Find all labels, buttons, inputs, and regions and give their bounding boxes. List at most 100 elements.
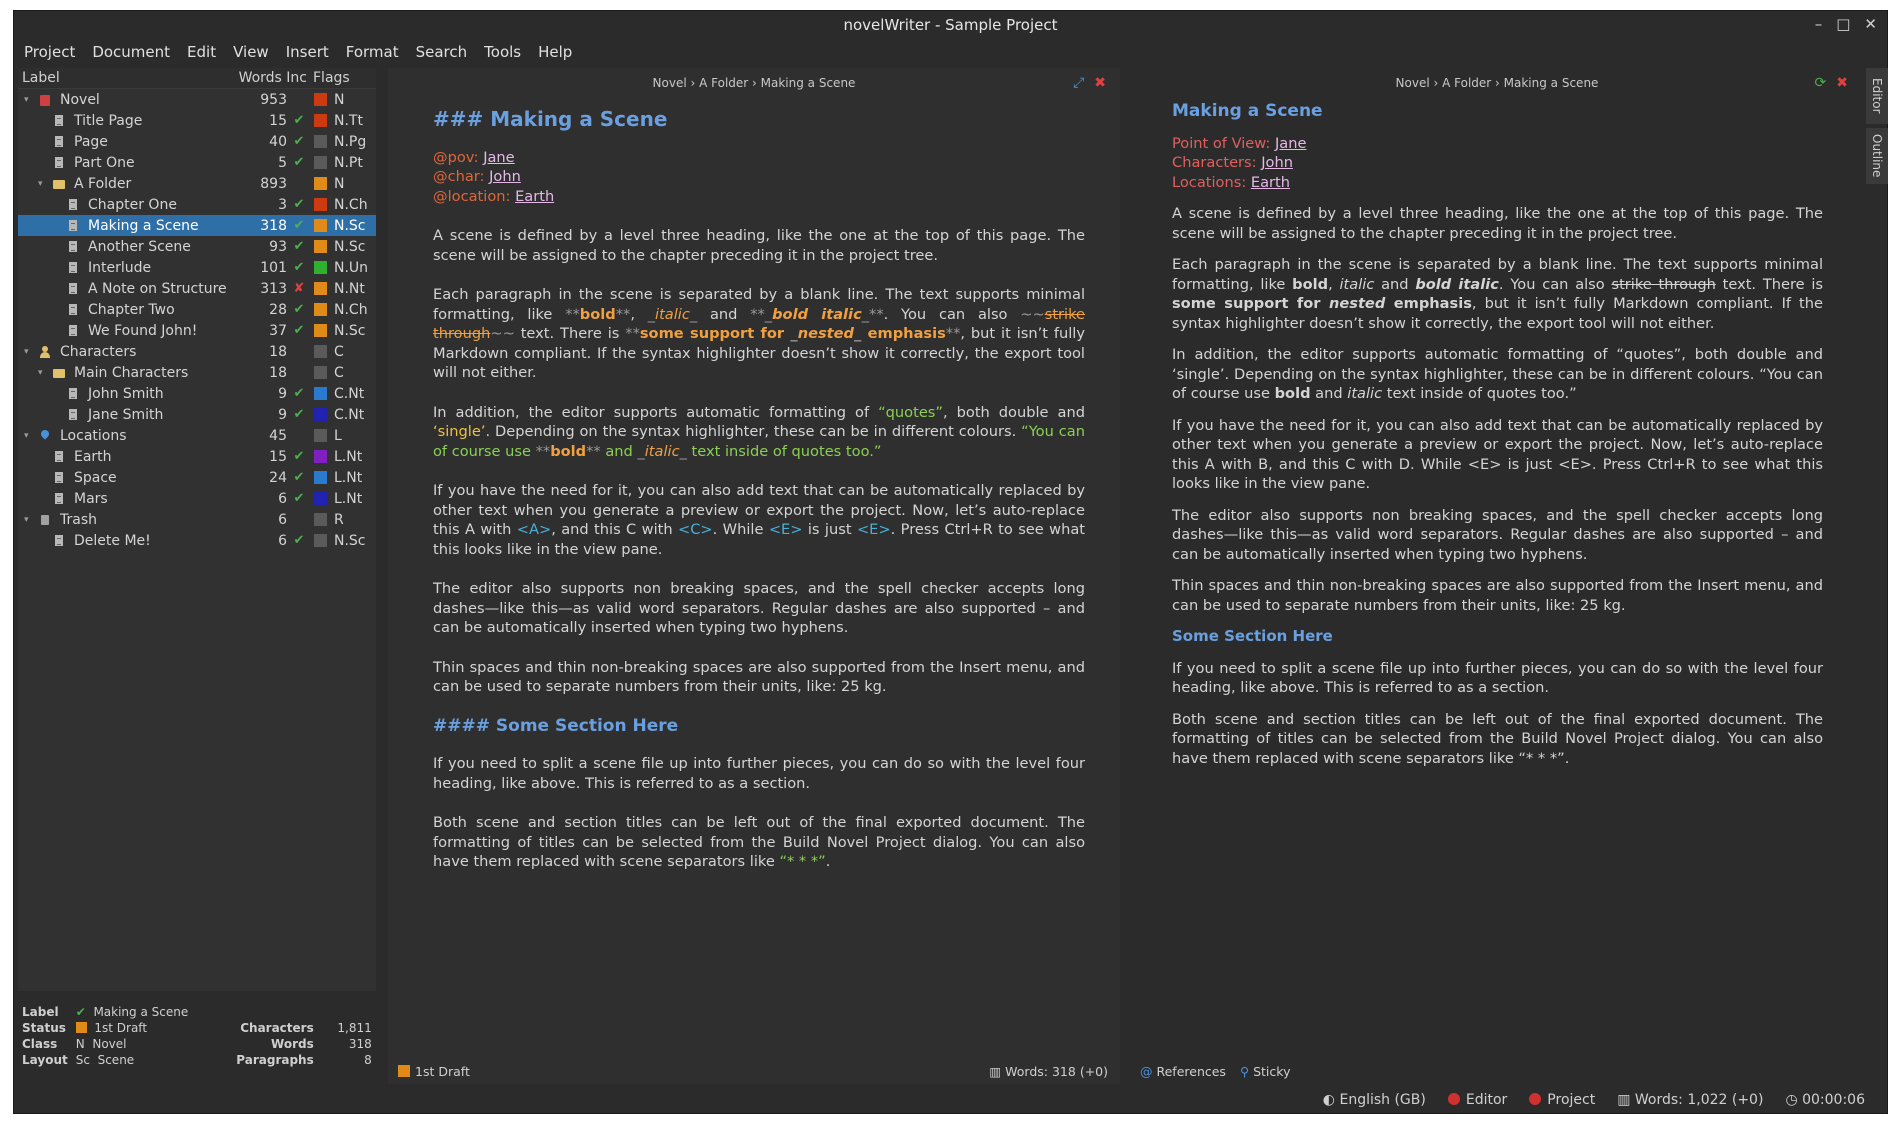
status-color-icon bbox=[314, 534, 327, 547]
tree-item[interactable]: A Note on Structure 313 ✘ N.Nt bbox=[18, 278, 376, 299]
maximize-icon[interactable]: □ bbox=[1836, 15, 1850, 33]
editor-footer: 1st Draft ▥ Words: 318 (+0) bbox=[388, 1058, 1120, 1084]
details-label-key: Label bbox=[22, 1005, 59, 1019]
loc-link[interactable]: Earth bbox=[1251, 174, 1290, 191]
status-color-icon bbox=[314, 303, 327, 316]
details-class-value: Novel bbox=[92, 1037, 127, 1051]
tree-item[interactable]: Title Page 15 ✔ N.Tt bbox=[18, 110, 376, 131]
clock-icon: ◷ bbox=[1785, 1092, 1803, 1108]
tree-item-words: 37 bbox=[269, 322, 287, 339]
focus-mode-icon[interactable]: ⤢ bbox=[1073, 75, 1084, 91]
details-paras-key: Paragraphs bbox=[236, 1053, 314, 1067]
tree-item[interactable]: ▾ Locations 45 L bbox=[18, 425, 376, 446]
references-button[interactable]: @ References bbox=[1140, 1064, 1226, 1079]
tree-item[interactable]: Space 24 ✔ L.Nt bbox=[18, 467, 376, 488]
tree-item[interactable]: ▾ Novel 953 N bbox=[18, 89, 376, 110]
status-bar: ◐ English (GB) Editor Project ▥ Words: 1… bbox=[14, 1087, 1887, 1113]
close-icon[interactable]: ✕ bbox=[1864, 15, 1877, 33]
tree-item[interactable]: Part One 5 ✔ N.Pt bbox=[18, 152, 376, 173]
status-color-icon bbox=[314, 408, 327, 421]
editor-subheading: #### Some Section Here bbox=[433, 715, 679, 736]
pov-link[interactable]: Jane bbox=[1275, 135, 1306, 152]
tree-rows: ▾ Novel 953 N Title Page 15 ✔ N.Tt Page 40 ✔ N.Pg Pa… bbox=[18, 89, 376, 551]
tree-item[interactable]: ▾ Main Characters 18 C bbox=[18, 362, 376, 383]
details-chars-value: 1,811 bbox=[337, 1021, 372, 1035]
title-bar: novelWriter - Sample Project – □ ✕ bbox=[14, 11, 1887, 39]
menu-help[interactable]: Help bbox=[538, 43, 572, 61]
details-words-key: Words bbox=[271, 1037, 314, 1051]
close-viewer-icon[interactable]: ✖ bbox=[1836, 75, 1848, 91]
tab-outline[interactable]: Outline bbox=[1866, 128, 1888, 184]
tree-item[interactable]: John Smith 9 ✔ C.Nt bbox=[18, 383, 376, 404]
tree-item-words: 15 bbox=[269, 448, 287, 465]
tree-item-label: Delete Me! bbox=[74, 532, 151, 549]
status-color-icon bbox=[314, 282, 327, 295]
globe-icon: ◐ bbox=[1322, 1092, 1340, 1108]
tree-item[interactable]: ▾ Characters 18 C bbox=[18, 341, 376, 362]
doc-icon bbox=[66, 324, 80, 338]
expand-arrow-icon[interactable]: ▾ bbox=[24, 515, 34, 525]
expand-arrow-icon[interactable]: ▾ bbox=[24, 95, 34, 105]
menu-document[interactable]: Document bbox=[92, 43, 170, 61]
tree-item[interactable]: Earth 15 ✔ L.Nt bbox=[18, 446, 376, 467]
sticky-button[interactable]: ⚲ Sticky bbox=[1240, 1064, 1291, 1079]
expand-arrow-icon[interactable]: ▾ bbox=[38, 179, 48, 189]
status-color-icon bbox=[314, 93, 327, 106]
status-color-icon bbox=[314, 324, 327, 337]
expand-arrow-icon[interactable]: ▾ bbox=[38, 368, 48, 378]
refresh-icon[interactable]: ⟳ bbox=[1815, 75, 1827, 91]
char-link[interactable]: John bbox=[1261, 154, 1293, 171]
chars-icon bbox=[38, 345, 52, 359]
tree-item-words: 5 bbox=[278, 154, 287, 171]
tree-item-flag: C.Nt bbox=[334, 385, 365, 402]
tree-item-label: Main Characters bbox=[74, 364, 189, 381]
tree-item[interactable]: Chapter One 3 ✔ N.Ch bbox=[18, 194, 376, 215]
active-check-icon: ✔ bbox=[75, 1005, 86, 1019]
tree-item[interactable]: ▾ A Folder 893 N bbox=[18, 173, 376, 194]
tree-item-flag: C bbox=[334, 343, 344, 360]
menu-tools[interactable]: Tools bbox=[484, 43, 521, 61]
tree-item[interactable]: We Found John! 37 ✔ N.Sc bbox=[18, 320, 376, 341]
menu-insert[interactable]: Insert bbox=[286, 43, 329, 61]
active-check-icon: ✔ bbox=[293, 470, 305, 485]
tree-item-flag: N.Nt bbox=[334, 280, 365, 297]
menu-project[interactable]: Project bbox=[24, 43, 75, 61]
tree-item[interactable]: ▾ Trash 6 R bbox=[18, 509, 376, 530]
tree-item-flag: N.Sc bbox=[334, 238, 366, 255]
active-check-icon: ✔ bbox=[293, 302, 305, 317]
tree-item[interactable]: Jane Smith 9 ✔ C.Nt bbox=[18, 404, 376, 425]
document-viewer[interactable]: Novel › A Folder › Making a Scene ⟳ ✖ Ma… bbox=[1132, 68, 1862, 1084]
tree-item[interactable]: Chapter Two 28 ✔ N.Ch bbox=[18, 299, 376, 320]
tree-item[interactable]: Making a Scene 318 ✔ N.Sc bbox=[18, 215, 376, 236]
expand-arrow-icon[interactable]: ▾ bbox=[24, 431, 34, 441]
document-editor[interactable]: Novel › A Folder › Making a Scene ⤢ ✖ ##… bbox=[388, 68, 1120, 1084]
tree-item[interactable]: Interlude 101 ✔ N.Un bbox=[18, 257, 376, 278]
expand-arrow-icon[interactable]: ▾ bbox=[24, 347, 34, 357]
project-status-indicator: Project bbox=[1529, 1092, 1595, 1108]
tree-item[interactable]: Another Scene 93 ✔ N.Sc bbox=[18, 236, 376, 257]
tree-item[interactable]: Delete Me! 6 ✔ N.Sc bbox=[18, 530, 376, 551]
column-flags-header[interactable]: Flags bbox=[309, 70, 350, 86]
editor-text[interactable]: ### Making a Scene @pov: Jane @char: Joh… bbox=[433, 104, 1085, 892]
status-color-icon bbox=[314, 450, 327, 463]
minimize-icon[interactable]: – bbox=[1815, 15, 1823, 33]
tree-item-flag: N.Un bbox=[334, 259, 369, 276]
tab-editor[interactable]: Editor bbox=[1866, 68, 1888, 124]
status-color-icon bbox=[314, 261, 327, 274]
menu-edit[interactable]: Edit bbox=[187, 43, 216, 61]
tree-item-words: 6 bbox=[278, 532, 287, 549]
status-color-icon bbox=[314, 492, 327, 505]
column-words-header[interactable]: Words Inc bbox=[227, 70, 309, 86]
active-check-icon: ✔ bbox=[293, 260, 305, 275]
draft-status-icon bbox=[398, 1065, 410, 1077]
session-timer: ◷ 00:00:06 bbox=[1785, 1092, 1865, 1108]
menu-format[interactable]: Format bbox=[346, 43, 399, 61]
menu-view[interactable]: View bbox=[233, 43, 269, 61]
tree-item[interactable]: Mars 6 ✔ L.Nt bbox=[18, 488, 376, 509]
column-label-header[interactable]: Label bbox=[18, 70, 227, 86]
active-check-icon: ✔ bbox=[293, 491, 305, 506]
tree-item[interactable]: Page 40 ✔ N.Pg bbox=[18, 131, 376, 152]
status-color-icon bbox=[314, 513, 327, 526]
close-editor-icon[interactable]: ✖ bbox=[1094, 75, 1106, 91]
menu-search[interactable]: Search bbox=[416, 43, 468, 61]
